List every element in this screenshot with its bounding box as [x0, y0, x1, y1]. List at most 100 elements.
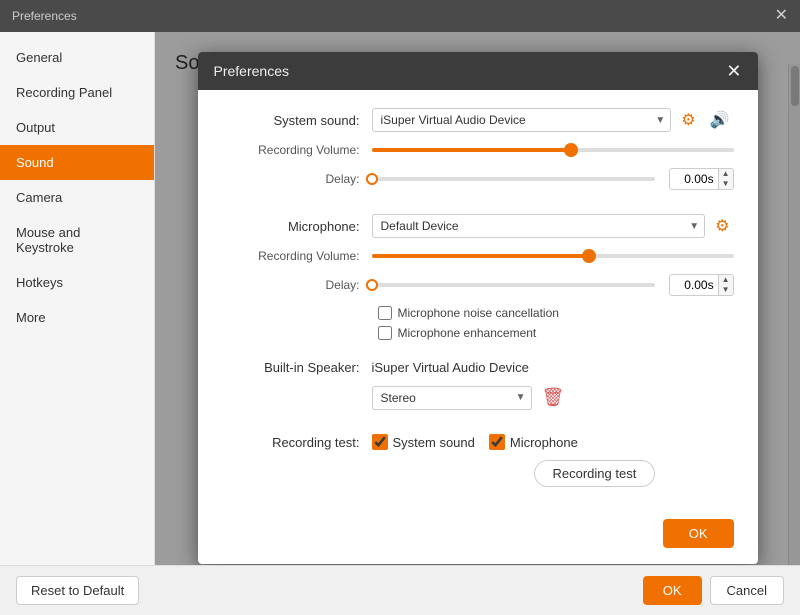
rec-system-sound-label: System sound: [393, 435, 475, 450]
mic-delay-control: ▲ ▼: [372, 274, 734, 296]
system-delay-label: Delay:: [222, 172, 372, 186]
title-bar-close-button[interactable]: ✕: [775, 8, 788, 24]
microphone-select[interactable]: Default Device: [372, 214, 706, 238]
system-delay-slider[interactable]: [372, 171, 655, 187]
bottom-ok-button[interactable]: OK: [643, 576, 702, 605]
rec-microphone-checkbox[interactable]: [489, 434, 505, 450]
enhancement-checkbox[interactable]: [378, 326, 392, 340]
system-delay-input-wrap: ▲ ▼: [669, 168, 734, 190]
main-window: Preferences ✕ General Recording Panel Ou…: [0, 0, 800, 615]
mic-delay-slider[interactable]: [372, 277, 655, 293]
rec-microphone-label: Microphone: [510, 435, 578, 450]
system-sound-dropdown-wrap: iSuper Virtual Audio Device ▼: [372, 108, 672, 132]
system-volume-label: Recording Volume:: [222, 143, 372, 157]
builtin-speaker-label: Built-in Speaker:: [222, 360, 372, 375]
rec-test-label: Recording test:: [222, 435, 372, 450]
system-sound-audio-icon[interactable]: 🔊: [706, 108, 734, 132]
bottom-bar: Reset to Default OK Cancel: [0, 565, 800, 615]
stereo-control: Stereo ▼ 🗑: [372, 385, 734, 410]
mic-volume-track: [372, 254, 734, 258]
noise-cancel-row: Microphone noise cancellation: [222, 306, 734, 320]
noise-cancel-label: Microphone noise cancellation: [398, 306, 559, 320]
mic-delay-row: Delay:: [222, 274, 734, 296]
dialog-close-button[interactable]: ✕: [726, 62, 741, 80]
sidebar-item-more[interactable]: More: [0, 300, 154, 335]
system-volume-control: [372, 142, 734, 158]
sidebar-item-camera[interactable]: Camera: [0, 180, 154, 215]
system-sound-settings-icon[interactable]: ⚙: [677, 108, 699, 132]
system-sound-row: System sound: iSuper Virtual Audio Devic…: [222, 108, 734, 132]
sidebar: General Recording Panel Output Sound Cam…: [0, 32, 155, 565]
system-sound-label: System sound:: [222, 113, 372, 128]
sidebar-item-output[interactable]: Output: [0, 110, 154, 145]
title-bar-text: Preferences: [12, 9, 77, 23]
mic-delay-arrows: ▲ ▼: [718, 275, 733, 295]
system-volume-fill: [372, 148, 571, 152]
microphone-control: Default Device ▼ ⚙: [372, 214, 734, 238]
microphone-row: Microphone: Default Device ▼ ⚙: [222, 214, 734, 238]
system-sound-select[interactable]: iSuper Virtual Audio Device: [372, 108, 672, 132]
system-delay-up[interactable]: ▲: [719, 169, 733, 179]
system-volume-slider[interactable]: [372, 142, 734, 158]
mic-delay-input-wrap: ▲ ▼: [669, 274, 734, 296]
dialog-title-text: Preferences: [214, 63, 289, 79]
system-delay-input[interactable]: [670, 170, 718, 188]
system-volume-track: [372, 148, 734, 152]
dialog-ok-button[interactable]: OK: [663, 519, 734, 548]
title-bar: Preferences ✕: [0, 0, 800, 32]
mic-delay-thumb[interactable]: [366, 279, 378, 291]
dialog-footer: OK: [198, 507, 758, 564]
bottom-cancel-button[interactable]: Cancel: [710, 576, 784, 605]
mic-volume-fill: [372, 254, 589, 258]
mic-delay-down[interactable]: ▼: [719, 285, 733, 295]
stereo-delete-icon[interactable]: 🗑: [538, 385, 569, 410]
recording-test-button[interactable]: Recording test: [534, 460, 656, 487]
enhancement-row: Microphone enhancement: [222, 326, 734, 340]
content-area: General Recording Panel Output Sound Cam…: [0, 32, 800, 565]
mic-delay-track: [372, 283, 655, 287]
preferences-dialog: Preferences ✕ System sound: iSuper Virtu…: [198, 52, 758, 564]
mic-volume-thumb[interactable]: [582, 249, 596, 263]
stereo-select[interactable]: Stereo: [372, 386, 532, 410]
rec-system-sound-wrap: System sound: [372, 434, 475, 450]
system-volume-row: Recording Volume:: [222, 142, 734, 158]
mic-volume-label: Recording Volume:: [222, 249, 372, 263]
system-delay-row: Delay:: [222, 168, 734, 190]
system-sound-control: iSuper Virtual Audio Device ▼ ⚙ 🔊: [372, 108, 734, 132]
builtin-speaker-row: Built-in Speaker: iSuper Virtual Audio D…: [222, 360, 734, 375]
sidebar-item-mouse-keystroke[interactable]: Mouse and Keystroke: [0, 215, 154, 265]
sidebar-item-general[interactable]: General: [0, 40, 154, 75]
builtin-speaker-control: iSuper Virtual Audio Device: [372, 360, 734, 375]
system-delay-down[interactable]: ▼: [719, 179, 733, 189]
builtin-speaker-device: iSuper Virtual Audio Device: [372, 360, 529, 375]
microphone-dropdown-wrap: Default Device ▼: [372, 214, 706, 238]
mic-delay-up[interactable]: ▲: [719, 275, 733, 285]
mic-delay-label: Delay:: [222, 278, 372, 292]
enhancement-label: Microphone enhancement: [398, 326, 537, 340]
system-delay-control: ▲ ▼: [372, 168, 734, 190]
reset-to-default-button[interactable]: Reset to Default: [16, 576, 139, 605]
mic-volume-slider[interactable]: [372, 248, 734, 264]
mic-volume-control: [372, 248, 734, 264]
system-volume-thumb[interactable]: [564, 143, 578, 157]
sidebar-item-recording-panel[interactable]: Recording Panel: [0, 75, 154, 110]
main-panel: Sound Preferences ✕ System sound:: [155, 32, 800, 565]
microphone-label: Microphone:: [222, 219, 372, 234]
microphone-settings-icon[interactable]: ⚙: [711, 214, 733, 238]
sidebar-item-sound[interactable]: Sound: [0, 145, 154, 180]
rec-microphone-wrap: Microphone: [489, 434, 578, 450]
noise-cancel-checkbox[interactable]: [378, 306, 392, 320]
system-delay-arrows: ▲ ▼: [718, 169, 733, 189]
rec-test-label-row: Recording test: System sound Microphone: [222, 434, 734, 450]
dialog-title-bar: Preferences ✕: [198, 52, 758, 90]
dialog-overlay: Preferences ✕ System sound: iSuper Virtu…: [155, 32, 800, 565]
rec-test-btn-wrap: Recording test: [222, 460, 734, 487]
dialog-body: System sound: iSuper Virtual Audio Devic…: [198, 90, 758, 507]
bottom-action-buttons: OK Cancel: [635, 576, 784, 605]
rec-system-sound-checkbox[interactable]: [372, 434, 388, 450]
rec-test-checks: System sound Microphone: [372, 434, 734, 450]
sidebar-item-hotkeys[interactable]: Hotkeys: [0, 265, 154, 300]
mic-delay-input[interactable]: [670, 276, 718, 294]
system-delay-thumb[interactable]: [366, 173, 378, 185]
stereo-dropdown-wrap: Stereo ▼: [372, 386, 532, 410]
